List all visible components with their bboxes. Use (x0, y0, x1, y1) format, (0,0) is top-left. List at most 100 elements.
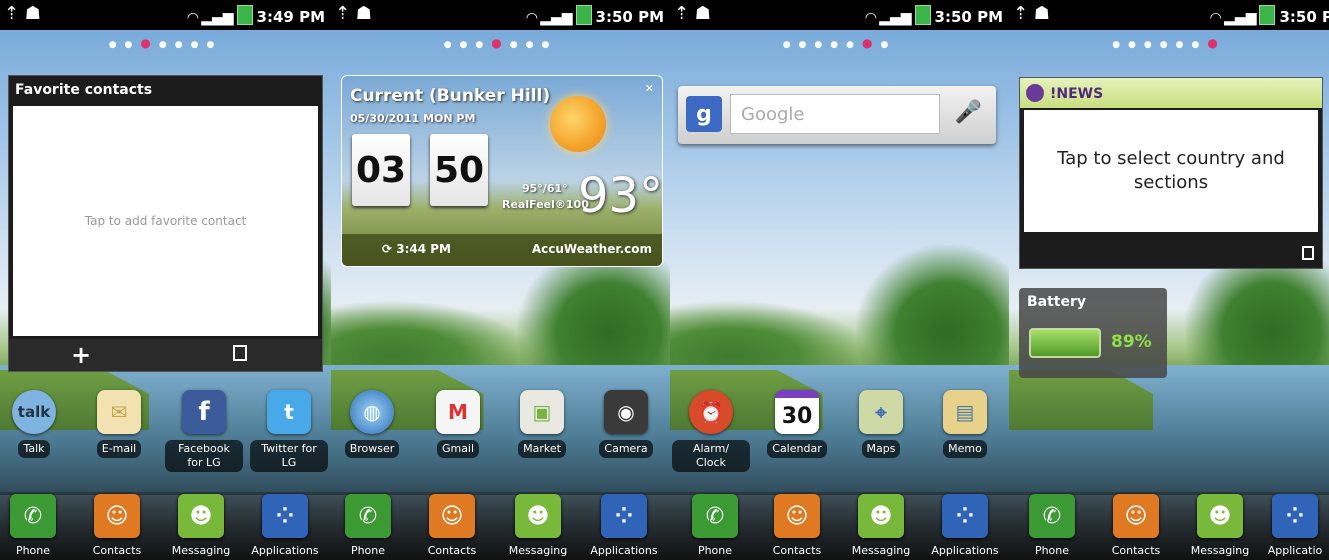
dock-phone[interactable]: ✆ Phone (0, 494, 72, 557)
wifi-icon: ◠ (187, 10, 199, 26)
twitter-icon: t (267, 390, 311, 434)
status-bar[interactable]: ⇡ ☗ ◠ ▂▄▆ 3:50 P (1009, 0, 1329, 30)
clock-minute: 50 (430, 134, 488, 206)
app-camera[interactable]: ◉ Camera (587, 390, 665, 458)
status-time: 3:49 PM (256, 8, 325, 26)
page-indicator: ●●●●●●● (108, 36, 223, 50)
contacts-icon: ☺ (94, 494, 140, 538)
hi-lo-temp: 95°/61° (522, 182, 568, 195)
menu-icon[interactable] (233, 345, 247, 361)
app-label: Maps (861, 440, 901, 458)
search-input[interactable]: Google (730, 94, 940, 134)
status-time: 3:50 P (1279, 8, 1329, 26)
messaging-icon: ☻ (1197, 494, 1243, 538)
dock-messaging[interactable]: ☻ Messaging (1181, 494, 1259, 557)
app-memo[interactable]: ▤ Memo (926, 390, 1004, 458)
status-right: ◠ ▂▄▆ 3:50 PM (865, 5, 1003, 26)
app-gmail[interactable]: M Gmail (419, 390, 497, 458)
microphone-icon[interactable]: 🎤 (955, 100, 982, 125)
home-screen-1: ⇡ ☗ ◠ ▂▄▆ 3:49 PM ●●●●●●● Favorite contact… (0, 0, 331, 560)
favorite-contacts-area[interactable]: Tap to add favorite contact (13, 106, 318, 336)
status-bar[interactable]: ⇡ ☗ ◠ ▂▄▆ 3:50 PM (670, 0, 1009, 30)
dock: ✆ Phone ☺ Contacts ☻ Messaging ⁘ Application… (670, 492, 1009, 560)
dock-label: Messaging (851, 544, 911, 557)
active-page-dot: ● (491, 36, 510, 50)
favorite-contacts-widget[interactable]: Favorite contacts Tap to add favorite co… (8, 75, 323, 372)
app-alarm-clock[interactable]: ⏰ Alarm/ Clock (672, 390, 750, 472)
news-setup-prompt[interactable]: Tap to select country and sections (1024, 110, 1318, 232)
dock-messaging[interactable]: ☻ Messaging (162, 494, 240, 557)
dock-phone[interactable]: ✆ Phone (676, 494, 754, 557)
app-email[interactable]: ✉ E-mail (80, 390, 158, 458)
app-maps[interactable]: ⌖ Maps (842, 390, 920, 458)
weather-location: Current (Bunker Hill) (350, 86, 551, 106)
close-icon[interactable]: ✕ (645, 82, 654, 95)
dock-label: Contacts (92, 544, 142, 557)
wifi-icon: ◠ (865, 10, 877, 26)
dock-applications[interactable]: ⁘ Applicatio (1261, 494, 1329, 557)
refresh-icon: ⟳ (382, 242, 397, 256)
app-label: Facebook for LG (165, 440, 243, 472)
alarm-clock-icon: ⏰ (689, 390, 733, 434)
google-logo-icon[interactable]: g (686, 96, 722, 132)
widget-title: Favorite contacts (15, 82, 153, 98)
phone-icon: ✆ (692, 494, 738, 538)
app-label: E-mail (96, 440, 142, 458)
contacts-icon: ☺ (774, 494, 820, 538)
dock-label: Applications (931, 544, 999, 557)
app-label: Calendar (767, 440, 827, 458)
dock-phone[interactable]: ✆ Phone (331, 494, 407, 557)
dock-contacts[interactable]: ☺ Contacts (78, 494, 156, 557)
menu-icon[interactable] (1302, 246, 1314, 260)
dock: ✆ Phone ☺ Contacts ☻ Messaging ⁘ Application… (331, 492, 670, 560)
battery-icon (1029, 328, 1101, 358)
dock-contacts[interactable]: ☺ Contacts (758, 494, 836, 557)
refresh-time[interactable]: ⟳ 3:44 PM (382, 242, 451, 256)
weather-date: 05/30/2011 MON PM (350, 112, 476, 125)
temperature: 93° (578, 168, 664, 224)
dock-label: Phone (350, 544, 386, 557)
dock-applications[interactable]: ⁘ Applications (246, 494, 324, 557)
status-bar[interactable]: ⇡ ☗ ◠ ▂▄▆ 3:49 PM (0, 0, 331, 30)
email-icon: ✉ (97, 390, 141, 434)
dock-messaging[interactable]: ☻ Messaging (842, 494, 920, 557)
active-page-dot: ● (861, 36, 881, 50)
yahoo-news-widget[interactable]: !NEWS Tap to select country and sections (1019, 77, 1323, 269)
battery-title: Battery (1027, 294, 1087, 310)
dock-label: Messaging (1190, 544, 1250, 557)
dock-applications[interactable]: ⁘ Applications (585, 494, 663, 557)
battery-status-icon (914, 5, 931, 25)
applications-icon: ⁘ (262, 494, 308, 538)
app-twitter[interactable]: t Twitter for LG (250, 390, 328, 472)
app-market[interactable]: ▣ Market (503, 390, 581, 458)
dock-contacts[interactable]: ☺ Contacts (413, 494, 491, 557)
app-browser[interactable]: ◍ Browser (333, 390, 411, 458)
weather-footer: ⟳ 3:44 PM AccuWeather.com (342, 234, 662, 266)
wifi-icon: ◠ (1210, 10, 1222, 26)
sun-icon (550, 96, 606, 152)
dock-label: Phone (697, 544, 733, 557)
status-time: 3:50 PM (595, 8, 664, 26)
app-facebook[interactable]: f Facebook for LG (165, 390, 243, 472)
dock-contacts[interactable]: ☺ Contacts (1097, 494, 1175, 557)
dock: ✆ Phone ☺ Contacts ☻ Messaging ⁘ Application… (0, 492, 331, 560)
page-indicator: ●●●●●●● (443, 36, 558, 50)
calendar-icon: 30 (775, 390, 819, 434)
weather-widget[interactable]: Current (Bunker Hill) 05/30/2011 MON PM … (341, 75, 663, 267)
dock-phone[interactable]: ✆ Phone (1013, 494, 1091, 557)
dock-label: Applications (590, 544, 658, 557)
dock-messaging[interactable]: ☻ Messaging (499, 494, 577, 557)
signal-icon: ▂▄▆ (879, 10, 912, 26)
wifi-icon: ◠ (526, 10, 538, 26)
active-page-dot: ● (140, 36, 159, 50)
memo-icon: ▤ (943, 390, 987, 434)
battery-status-icon (575, 5, 592, 25)
app-talk[interactable]: talk Talk (0, 390, 73, 458)
applications-icon: ⁘ (601, 494, 647, 538)
app-calendar[interactable]: 30 Calendar (758, 390, 836, 458)
dock-applications[interactable]: ⁘ Applications (926, 494, 1004, 557)
add-icon[interactable]: + (71, 341, 91, 369)
status-bar[interactable]: ⇡ ☗ ◠ ▂▄▆ 3:50 PM (331, 0, 670, 30)
dock-label: Contacts (427, 544, 477, 557)
battery-widget[interactable]: Battery 89% (1019, 288, 1167, 378)
